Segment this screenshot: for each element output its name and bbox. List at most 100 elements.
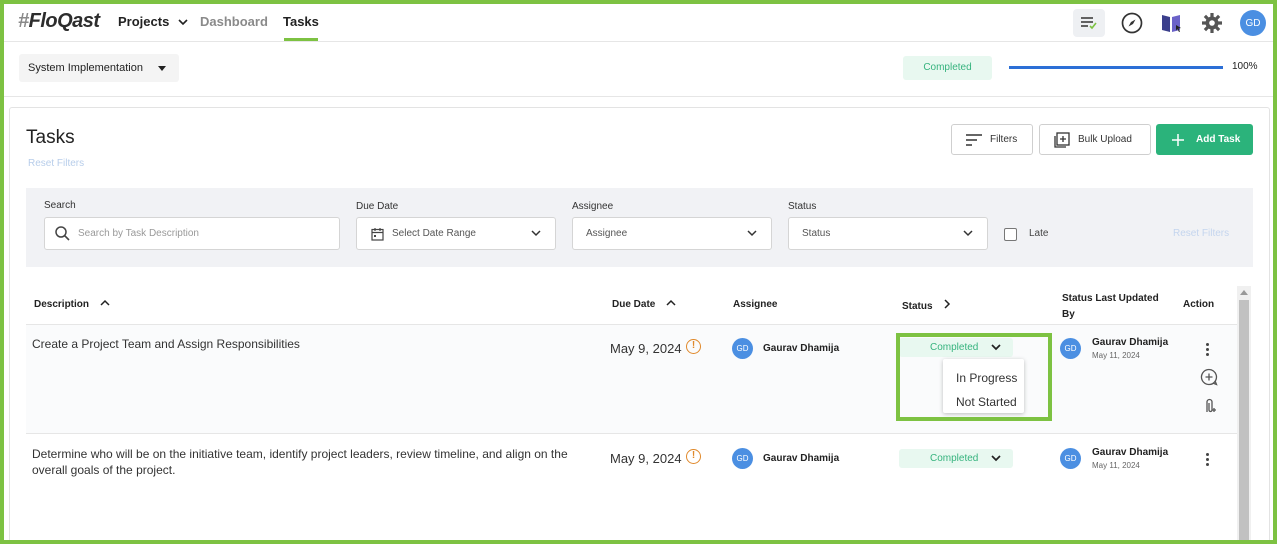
updated-date: May 11, 2024 — [1092, 351, 1140, 360]
search-input[interactable]: Search by Task Description — [78, 228, 199, 239]
warning-icon: ! — [686, 339, 701, 354]
col-description-label: Description — [34, 299, 90, 310]
warning-icon: ! — [686, 449, 701, 464]
project-select[interactable]: System Implementation — [19, 54, 179, 82]
col-assignee: Assignee — [733, 299, 778, 310]
chevron-down-icon — [178, 19, 188, 26]
assignee-avatar: GD — [732, 448, 753, 469]
more-actions-icon[interactable] — [1206, 343, 1210, 356]
late-checkbox[interactable] — [1004, 228, 1017, 241]
status-label: Status — [788, 201, 817, 212]
status-dropdown[interactable]: Completed — [899, 449, 1013, 468]
project-progress-bar — [1009, 66, 1223, 69]
updated-date: May 11, 2024 — [1092, 461, 1140, 470]
caret-down-icon — [158, 66, 166, 71]
nav-dashboard[interactable]: Dashboard — [200, 14, 268, 29]
status-value: Completed — [930, 342, 979, 353]
assignee-name: Gaurav Dhamija — [763, 343, 840, 354]
col-description[interactable]: Description — [34, 299, 110, 310]
task-description[interactable]: Determine who will be on the initiative … — [32, 446, 592, 478]
col-action: Action — [1183, 299, 1215, 310]
task-due-date: May 9, 2024 — [610, 341, 682, 356]
top-nav: #FloQast Projects Dashboard Tasks GD — [4, 4, 1273, 42]
project-progress-fill — [1009, 66, 1223, 69]
col-due-date[interactable]: Due Date — [612, 299, 676, 310]
status-option-not-started[interactable]: Not Started — [956, 395, 1017, 409]
col-status[interactable]: Status — [902, 299, 951, 312]
page-title: Tasks — [26, 127, 75, 148]
reset-filters-link[interactable]: Reset Filters — [28, 158, 84, 169]
nav-tasks[interactable]: Tasks — [283, 14, 319, 29]
search-field[interactable]: Search by Task Description — [44, 217, 340, 250]
book-icon[interactable] — [1158, 9, 1186, 37]
task-list-check-icon[interactable] — [1073, 9, 1105, 37]
table-scrollbar[interactable] — [1237, 286, 1251, 544]
project-progress-label: 100% — [1232, 61, 1258, 72]
search-icon — [55, 226, 70, 241]
col-status-updated-line2: By — [1062, 309, 1075, 320]
status-select[interactable]: Status — [788, 217, 988, 250]
chevron-down-icon — [991, 344, 1001, 351]
bulk-upload-label: Bulk Upload — [1078, 134, 1132, 145]
attachment-icon[interactable] — [1200, 397, 1218, 415]
col-status-updated-line1: Status Last Updated — [1062, 293, 1159, 304]
sort-up-icon[interactable] — [100, 299, 110, 307]
due-date-value: Select Date Range — [392, 228, 476, 239]
status-options-menu: In Progress Not Started — [943, 359, 1024, 413]
filters-button[interactable]: Filters — [951, 124, 1033, 155]
task-due-date: May 9, 2024 — [610, 451, 682, 466]
floqast-logo[interactable]: #FloQast — [18, 10, 100, 33]
chevron-down-icon — [991, 455, 1001, 462]
filter-panel: Search Search by Task Description Due Da… — [26, 188, 1253, 267]
project-status-badge: Completed — [903, 56, 992, 80]
add-task-label: Add Task — [1196, 134, 1241, 145]
assignee-name: Gaurav Dhamija — [763, 453, 840, 464]
status-value: Status — [802, 228, 831, 239]
status-dropdown[interactable]: Completed — [899, 338, 1013, 357]
scrollbar-thumb[interactable] — [1239, 300, 1249, 544]
user-avatar[interactable]: GD — [1240, 10, 1266, 36]
table-header: Description Due Date Assignee Status Sta… — [26, 286, 1237, 325]
assignee-select[interactable]: Assignee — [572, 217, 772, 250]
updated-by-avatar: GD — [1060, 338, 1081, 359]
project-bar: System Implementation Completed 100% — [4, 43, 1273, 97]
assignee-label: Assignee — [572, 201, 614, 212]
late-label: Late — [1029, 228, 1049, 239]
assignee-avatar: GD — [732, 338, 753, 359]
updated-by-name: Gaurav Dhamija — [1092, 337, 1169, 348]
due-date-select[interactable]: Select Date Range — [356, 217, 556, 250]
calendar-icon — [371, 227, 384, 241]
bulk-upload-icon — [1054, 131, 1070, 148]
status-option-in-progress[interactable]: In Progress — [956, 371, 1017, 385]
gear-icon[interactable] — [1198, 9, 1226, 37]
tasks-card: Tasks Reset Filters Filters Bulk Upload … — [9, 107, 1270, 544]
updated-by-avatar: GD — [1060, 448, 1081, 469]
reset-filters-button[interactable]: Reset Filters — [1173, 228, 1229, 239]
chevron-down-icon — [747, 230, 757, 237]
assignee-value: Assignee — [586, 228, 628, 239]
updated-by-name: Gaurav Dhamija — [1092, 447, 1169, 458]
col-status-updated: Status Last Updated By — [1062, 291, 1159, 323]
add-comment-icon[interactable] — [1200, 368, 1218, 386]
sort-up-icon[interactable] — [666, 299, 676, 307]
nav-projects-label: Projects — [118, 14, 170, 29]
table-row: Create a Project Team and Assign Respons… — [26, 325, 1237, 434]
compass-icon[interactable] — [1118, 9, 1146, 37]
col-status-label: Status — [902, 301, 933, 312]
add-task-button[interactable]: Add Task — [1156, 124, 1253, 155]
col-due-date-label: Due Date — [612, 299, 656, 310]
nav-projects[interactable]: Projects — [118, 14, 188, 29]
filters-button-label: Filters — [990, 134, 1018, 145]
search-label: Search — [44, 200, 76, 211]
due-date-label: Due Date — [356, 201, 399, 212]
chevron-down-icon — [531, 230, 541, 237]
more-actions-icon[interactable] — [1206, 453, 1210, 466]
status-value: Completed — [930, 453, 979, 464]
table-row: Determine who will be on the initiative … — [26, 434, 1237, 542]
chevron-down-icon — [963, 230, 973, 237]
bulk-upload-button[interactable]: Bulk Upload — [1039, 124, 1151, 155]
scroll-up-arrow-icon[interactable] — [1240, 290, 1248, 295]
task-description[interactable]: Create a Project Team and Assign Respons… — [32, 336, 592, 352]
chevron-right-icon[interactable] — [943, 299, 951, 309]
filter-lines-icon — [966, 133, 982, 146]
